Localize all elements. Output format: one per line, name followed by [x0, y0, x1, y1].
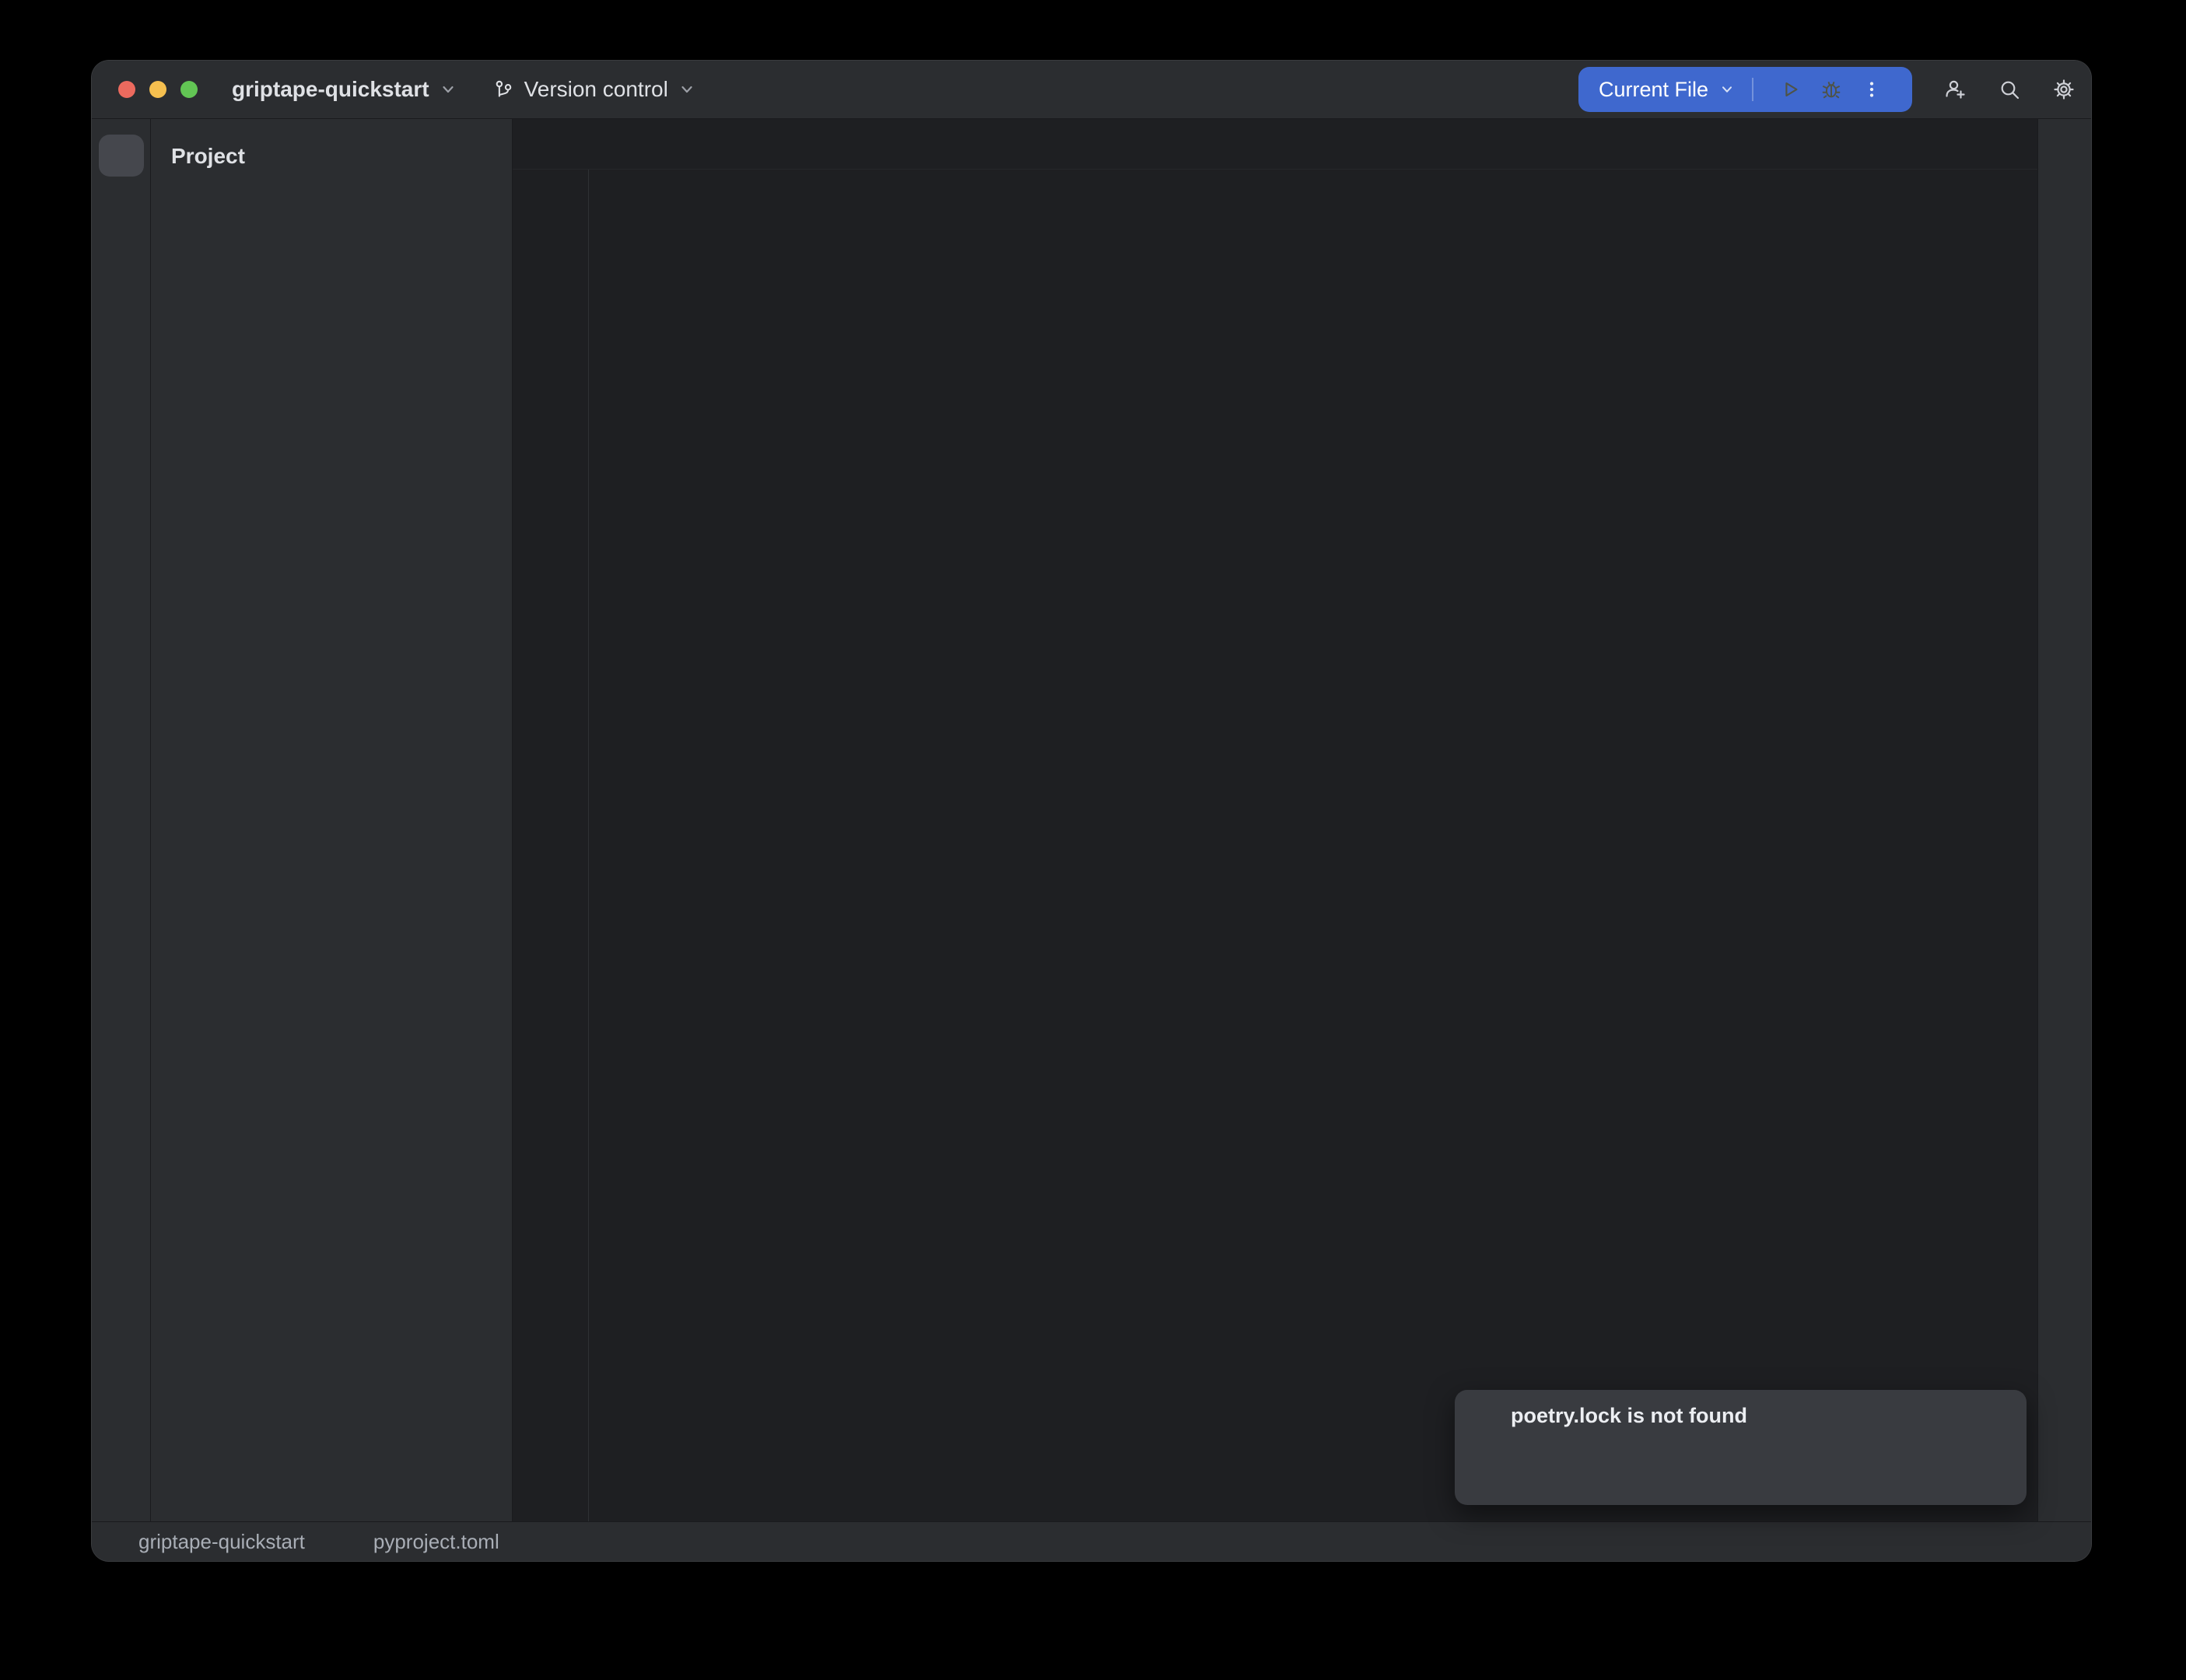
- status-bar: griptape-quickstart pyproject.toml: [92, 1521, 2091, 1561]
- problems-icon[interactable]: [110, 1414, 133, 1437]
- toml-file-icon: [342, 1531, 363, 1552]
- chevron-right-icon: [316, 1534, 331, 1549]
- right-tool-window-stripe: [2037, 119, 2091, 1521]
- module-icon: [110, 1533, 128, 1550]
- project-panel: Project: [151, 119, 513, 1521]
- breadcrumb-project[interactable]: griptape-quickstart: [138, 1530, 305, 1554]
- code-lines: [513, 170, 2037, 201]
- settings-gear-icon[interactable]: [2052, 78, 2076, 101]
- project-widget-label: griptape-quickstart: [232, 77, 429, 102]
- terminal-icon[interactable]: [110, 1355, 133, 1378]
- title-bar-actions: Current File: [1578, 67, 2091, 112]
- structure-icon[interactable]: [110, 208, 132, 229]
- breadcrumb-file[interactable]: pyproject.toml: [373, 1530, 499, 1554]
- title-bar: griptape-quickstart Version control Curr…: [92, 61, 2091, 119]
- git-branch-icon[interactable]: [110, 1473, 133, 1496]
- lock-open-icon[interactable]: [2052, 1531, 2072, 1552]
- chevron-down-icon: [1719, 82, 1735, 97]
- run-configuration-pill: Current File: [1578, 67, 1912, 112]
- ai-assistant-icon[interactable]: [2053, 251, 2076, 275]
- add-user-icon[interactable]: [1943, 78, 1967, 101]
- status-widgets: [1971, 1531, 2072, 1552]
- database-icon[interactable]: [2053, 194, 2076, 217]
- traffic-lights: [118, 81, 198, 98]
- editor-area: [513, 119, 2037, 1521]
- chevron-down-icon: [254, 149, 270, 164]
- project-tool-window-button[interactable]: [99, 135, 144, 177]
- left-stripe-bottom: [110, 1355, 133, 1521]
- project-panel-title: Project: [171, 144, 245, 169]
- notification-popup: poetry.lock is not found: [1455, 1390, 2027, 1505]
- more-tool-windows-icon[interactable]: [110, 261, 132, 282]
- run-icon[interactable]: [1780, 79, 1802, 100]
- notifications-bell-icon[interactable]: [2053, 136, 2076, 159]
- copilot-icon[interactable]: [1971, 1531, 1993, 1552]
- editor-tab-bar: [513, 119, 2037, 170]
- gutter-divider: [588, 170, 589, 1521]
- left-tool-window-stripe: [92, 119, 151, 1521]
- search-icon[interactable]: [1998, 78, 2021, 101]
- vcs-widget[interactable]: Version control: [492, 77, 695, 102]
- project-widget[interactable]: griptape-quickstart: [232, 77, 457, 102]
- git-branch-icon: [492, 79, 514, 100]
- debug-icon[interactable]: [1820, 79, 1842, 100]
- vcs-widget-label: Version control: [524, 77, 668, 102]
- info-icon: [1475, 1405, 1498, 1428]
- breadcrumb: griptape-quickstart pyproject.toml: [110, 1530, 499, 1554]
- pill-divider: [1752, 78, 1753, 101]
- tab-options-kebab-icon[interactable]: [1989, 134, 2009, 154]
- run-configuration-selector[interactable]: Current File: [1599, 78, 1708, 102]
- notification-badge: [2069, 134, 2079, 144]
- minimize-window-button[interactable]: [149, 81, 166, 98]
- maximize-window-button[interactable]: [180, 81, 198, 98]
- more-actions-icon[interactable]: [1861, 79, 1883, 100]
- notification-title: poetry.lock is not found: [1511, 1404, 1747, 1428]
- inspection-ok-check-icon[interactable]: [2006, 196, 2027, 216]
- desktop-background: { "titlebar": { "project_name": "griptap…: [0, 0, 2186, 1680]
- close-window-button[interactable]: [118, 81, 135, 98]
- pycharm-window: griptape-quickstart Version control Curr…: [92, 61, 2091, 1561]
- chevron-down-icon: [678, 81, 695, 98]
- project-panel-header[interactable]: Project: [151, 119, 512, 194]
- folder-icon: [110, 144, 133, 167]
- notification-header: poetry.lock is not found: [1475, 1404, 2006, 1428]
- chevron-down-icon: [440, 81, 457, 98]
- code-editor[interactable]: [513, 170, 2037, 1521]
- main-area: Project: [92, 119, 2091, 1521]
